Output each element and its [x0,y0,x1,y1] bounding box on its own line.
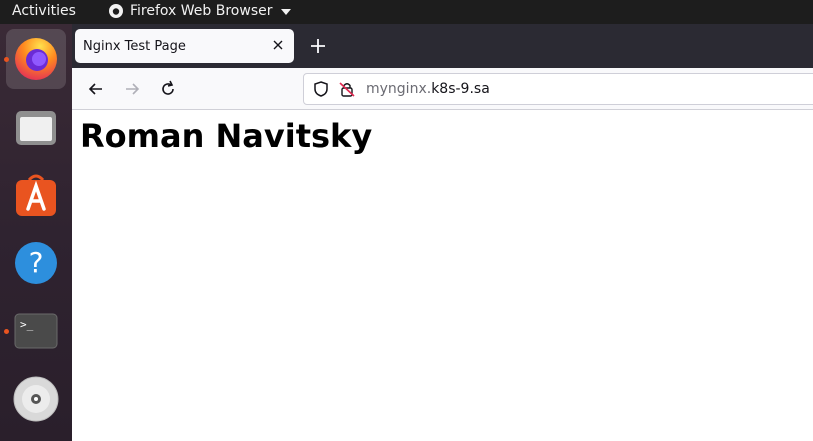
files-icon [16,111,56,145]
tracking-shield-icon[interactable] [312,80,330,98]
back-arrow-icon[interactable] [86,79,106,99]
close-icon[interactable] [270,37,286,53]
page-heading: Roman Navitsky [80,117,373,155]
insecure-lock-icon[interactable] [338,80,356,98]
tab-nginx-test-page[interactable]: Nginx Test Page [75,29,294,63]
forward-arrow-icon[interactable] [122,79,142,99]
activities-button[interactable]: Activities [12,3,76,19]
new-tab-plus-icon[interactable] [308,36,328,56]
chevron-down-icon [280,9,291,15]
running-indicator [4,329,9,334]
app-menu-label: Firefox Web Browser [130,3,273,19]
help-icon: ? [15,242,57,284]
terminal-glyph: >_ [20,318,34,331]
reload-icon[interactable] [158,79,178,99]
terminal-icon: >_ [14,313,58,349]
dock-item-terminal[interactable]: >_ [6,301,66,361]
running-indicator [4,57,9,62]
dock-item-software[interactable] [6,165,66,225]
software-store-icon [16,174,56,216]
dock-item-help[interactable]: ? [6,233,66,293]
help-glyph: ? [29,246,44,279]
firefox-mini-icon [109,4,123,18]
dvd-icon [13,376,59,422]
url-bar[interactable]: mynginx.k8s-9.sa [303,73,813,105]
dock-item-files[interactable] [6,97,66,157]
dock-item-firefox[interactable] [6,29,66,89]
browser-window: Nginx Test Page mynginx.k8s-9.sa Roman N… [72,24,813,441]
dock: ? >_ [0,24,72,441]
url-text: mynginx.k8s-9.sa [366,81,490,97]
url-domain: k8s-9.sa [431,81,490,97]
tab-strip: Nginx Test Page [72,24,813,68]
page-content: Roman Navitsky [72,111,813,441]
gnome-top-bar: Activities Firefox Web Browser [0,0,813,24]
navigation-toolbar: mynginx.k8s-9.sa [72,68,813,110]
app-menu[interactable]: Firefox Web Browser [108,3,291,19]
tab-title: Nginx Test Page [83,38,186,54]
url-prefix: mynginx. [366,81,432,97]
dock-item-disc[interactable] [6,369,66,429]
firefox-icon [15,38,57,80]
